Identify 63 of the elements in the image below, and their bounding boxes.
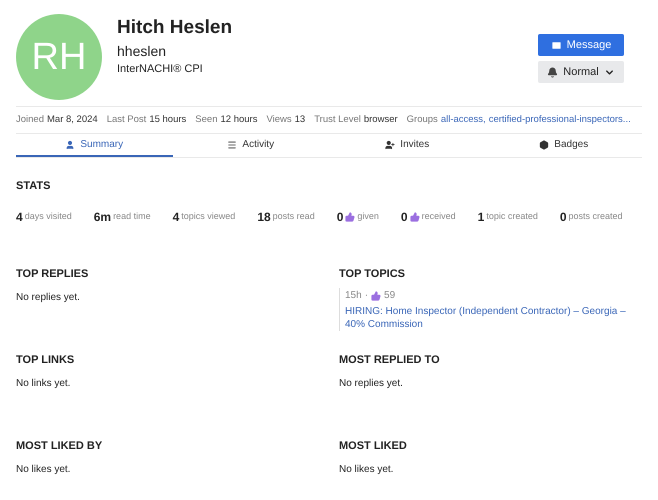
add-user-icon [385, 140, 396, 150]
stat-label: topic created [486, 210, 538, 224]
stat-value: 0 [400, 209, 408, 226]
section-heading: MOST REPLIED TO [339, 353, 441, 368]
meta-label: Joined [16, 112, 44, 127]
like-icon [345, 212, 356, 222]
user-icon [65, 140, 76, 150]
empty-message: No likes yet. [339, 463, 394, 477]
section-heading: TOP LINKS [16, 353, 76, 368]
stat-label: given [357, 210, 379, 224]
stat-value: 4 [172, 209, 180, 226]
meta-value: 15 hours [149, 112, 186, 127]
user-name: Hitch Heslen [117, 16, 232, 40]
badge-icon [539, 140, 550, 150]
like-icon [371, 290, 382, 300]
stat-label: posts read [272, 210, 315, 224]
stat-label: posts created [568, 210, 623, 224]
stat-label: read time [113, 210, 151, 224]
stat-value: 18 [257, 209, 271, 226]
topic-age: 15h [345, 289, 362, 303]
stat-label: days visited [24, 210, 72, 224]
meta-value: 12 hours [220, 112, 258, 127]
section-heading: TOP REPLIES [16, 267, 90, 282]
empty-message: No links yet. [16, 377, 72, 391]
empty-message: No likes yet. [16, 463, 72, 477]
list-icon [227, 140, 238, 150]
profile-tab[interactable]: Summary [16, 134, 172, 157]
section-heading: STATS [16, 179, 52, 194]
like-icon [410, 212, 420, 222]
meta-label: Seen [195, 112, 218, 127]
group-link[interactable]: certified-professional-inspectors... [488, 112, 631, 128]
meta-label: Groups [406, 112, 438, 127]
stat-value: 1 [478, 209, 484, 226]
section-heading: MOST LIKED [339, 439, 408, 454]
notification-dropdown[interactable]: Normal [538, 61, 624, 83]
stat-value: 4 [16, 209, 23, 226]
meta-label: Views [266, 112, 292, 127]
stat-label: topics viewed [181, 210, 236, 224]
topic-link[interactable]: HIRING: Home Inspector (Independent Contractor) – Georgia – 40% Commission [345, 305, 642, 331]
meta-value: Mar 8, 2024 [47, 112, 98, 127]
meta-label: Trust Level [314, 112, 361, 127]
profile-tab[interactable]: Activity [172, 134, 329, 157]
meta-label: Last Post [106, 112, 146, 127]
section-heading: TOP TOPICS [339, 267, 406, 282]
stat-value: 6m [94, 209, 112, 226]
bell-icon [547, 66, 558, 78]
empty-message: No replies yet. [16, 291, 81, 305]
separator-dot: · [364, 289, 368, 303]
group-link[interactable]: all-access, [440, 112, 486, 128]
section-heading: MOST LIKED BY [16, 439, 104, 454]
meta-value: browser [364, 112, 398, 127]
avatar: RH [16, 14, 102, 100]
profile-tab[interactable]: Badges [486, 134, 642, 157]
stat-value: 0 [336, 209, 344, 226]
username: hheslen [117, 42, 168, 60]
meta-value: 13 [294, 112, 306, 127]
stat-value: 0 [560, 209, 567, 226]
empty-message: No replies yet. [339, 377, 404, 391]
profile-tab[interactable]: Invites [329, 134, 486, 157]
message-button[interactable]: Message [538, 34, 624, 56]
like-count: 59 [384, 289, 396, 303]
user-title: InterNACHI® CPI [117, 62, 204, 77]
stat-label: received [422, 210, 456, 224]
